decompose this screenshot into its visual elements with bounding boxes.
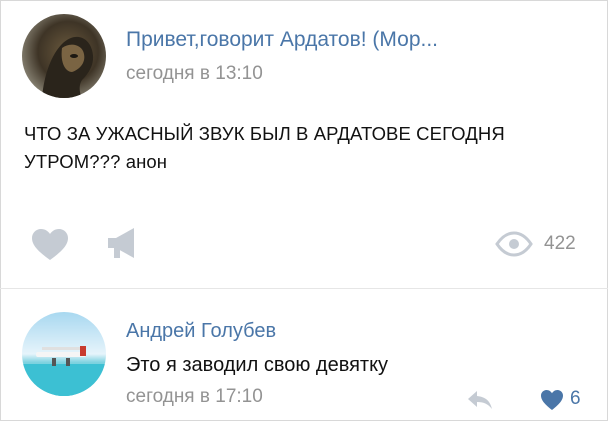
post-timestamp[interactable]: сегодня в 13:10 [126, 63, 263, 85]
post-avatar[interactable] [22, 14, 106, 98]
views-count: 422 [544, 233, 576, 254]
post-text: ЧТО ЗА УЖАСНЫЙ ЗВУК БЫЛ В АРДАТОВЕ СЕГОД… [24, 123, 505, 172]
comment-timestamp[interactable]: сегодня в 17:10 [126, 386, 263, 408]
divider [0, 288, 608, 289]
like-icon[interactable] [30, 228, 70, 262]
comment-like-count: 6 [570, 388, 581, 409]
eye-icon [495, 231, 533, 257]
heart-icon[interactable] [540, 389, 564, 411]
reply-icon[interactable] [466, 389, 494, 411]
share-icon[interactable] [106, 226, 140, 260]
comment-author-name[interactable]: Андрей Голубев [126, 320, 276, 343]
post-author-name[interactable]: Привет,говорит Ардатов! (Мор... [126, 28, 536, 52]
comment-text: Это я заводил свою девятку [126, 354, 389, 376]
comment-avatar[interactable] [22, 312, 106, 396]
